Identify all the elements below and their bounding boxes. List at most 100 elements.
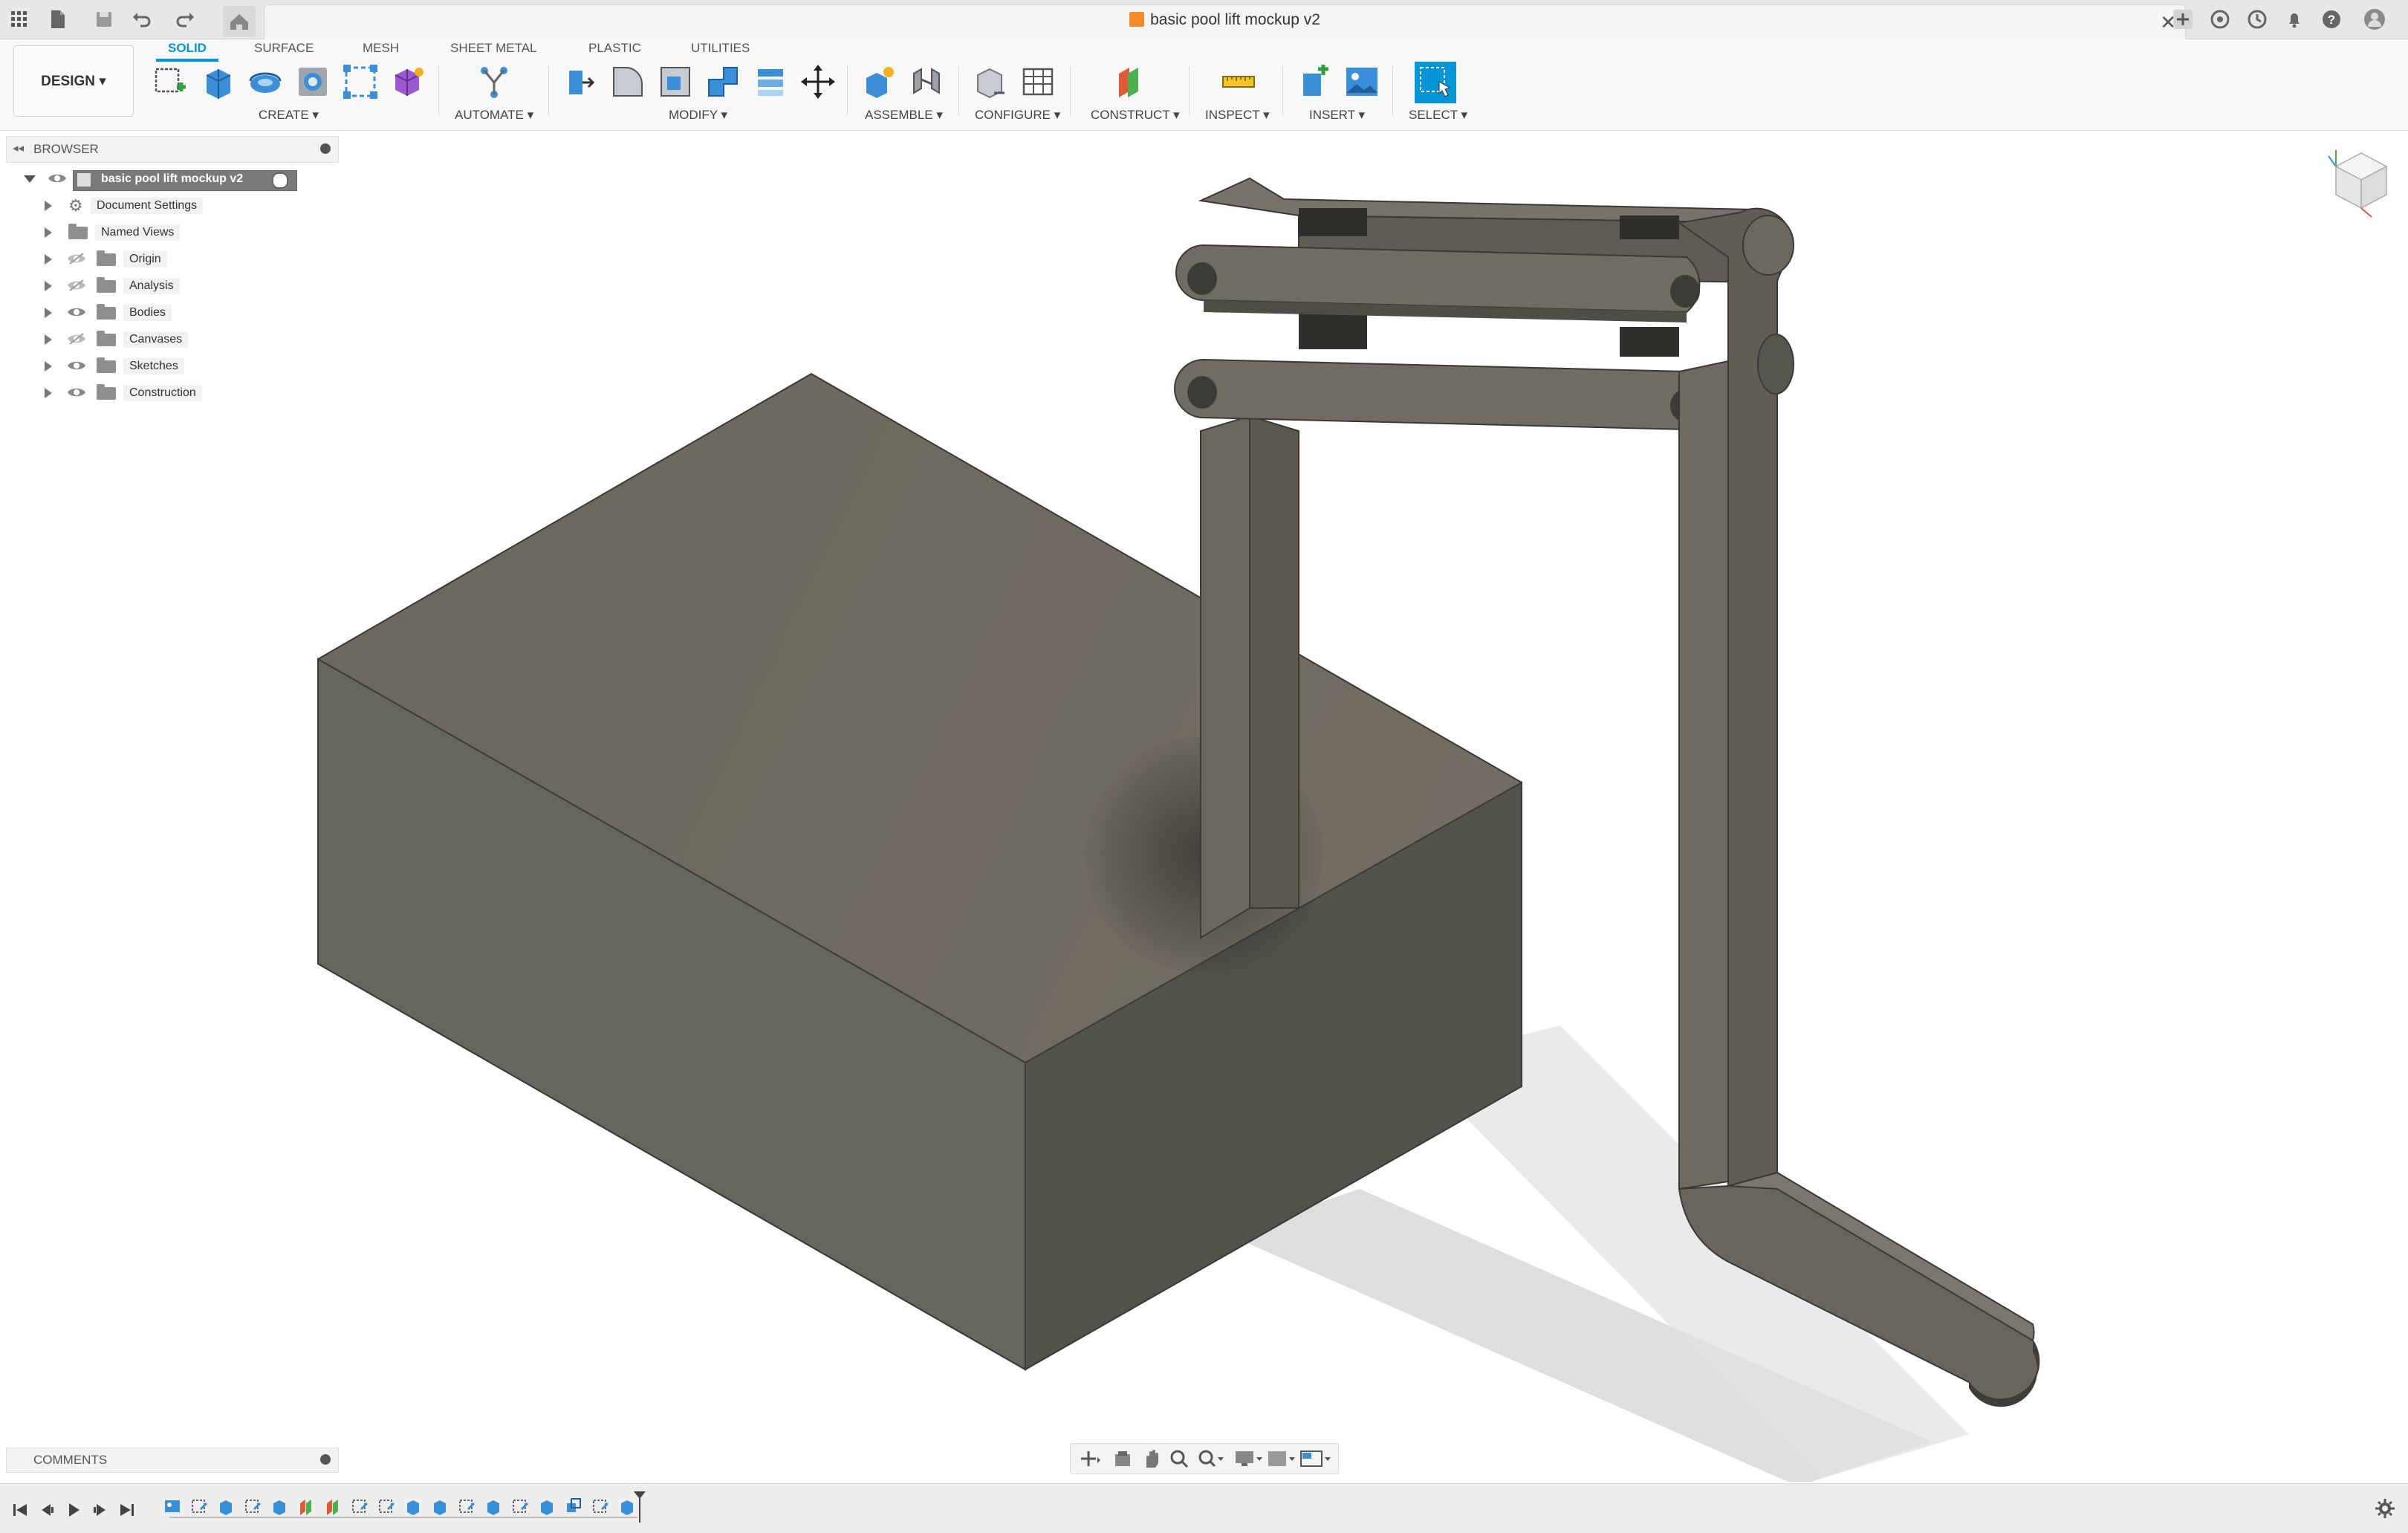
new-component-button[interactable] [859,62,899,102]
profile-icon[interactable] [2361,6,2388,33]
combine-button[interactable] [703,62,743,102]
timeline-extrude-feature-icon[interactable] [404,1496,422,1517]
tab-surface[interactable]: SURFACE [254,41,314,56]
lower-link-arm-body[interactable] [1174,358,1703,431]
document-tab[interactable]: basic pool lift mockup v2 ✕ [264,4,2186,39]
configure-button[interactable] [970,62,1010,102]
measure-button[interactable] [1218,62,1259,102]
timeline-sketch-feature-icon[interactable] [511,1496,529,1517]
file-icon[interactable] [45,6,71,33]
workspace-switcher[interactable]: DESIGN ▾ [13,45,134,117]
step-forward-icon[interactable] [91,1500,110,1520]
go-to-end-icon[interactable] [117,1500,137,1520]
tab-solid[interactable]: SOLID [168,41,207,56]
comments-panel-header[interactable]: COMMENTS [6,1448,339,1473]
go-to-start-icon[interactable] [10,1500,30,1520]
notifications-icon[interactable] [2281,6,2308,33]
tab-plastic[interactable]: PLASTIC [588,41,641,56]
timeline-sketch-feature-icon[interactable] [244,1496,262,1517]
upper-link-arm-body[interactable] [1175,244,1701,323]
move-copy-button[interactable] [798,62,838,102]
viewcube[interactable] [2324,146,2398,220]
automate-button[interactable] [474,62,514,102]
group-create[interactable]: CREATE ▾ [259,108,319,123]
timeline [0,1483,2408,1533]
step-back-icon[interactable] [37,1500,56,1520]
create-form-button[interactable] [388,62,428,102]
insert-canvas-button[interactable] [1342,62,1382,102]
left-post-body[interactable] [1200,415,1299,939]
timeline-extrude-feature-icon[interactable] [538,1496,556,1517]
timeline-extrude-feature-icon[interactable] [431,1496,449,1517]
press-pull-button[interactable] [560,62,600,102]
home-tab[interactable] [223,6,256,37]
offset-face-button[interactable] [750,62,791,102]
shell-button[interactable] [655,62,695,102]
timeline-sketch-feature-icon[interactable] [377,1496,395,1517]
group-inspect[interactable]: INSPECT ▾ [1205,108,1270,123]
group-construct[interactable]: CONSTRUCT ▾ [1091,108,1180,123]
viewports-icon[interactable] [1299,1448,1332,1469]
configure-icon [977,68,1005,99]
look-at-icon[interactable] [1112,1448,1133,1469]
job-status-icon[interactable] [2244,6,2271,33]
configuration-table-button[interactable] [1018,62,1058,102]
timeline-track [169,1517,637,1518]
revolve-button[interactable] [245,62,285,102]
canvas-viewport[interactable] [0,131,2408,1482]
create-sketch-button[interactable] [150,62,190,102]
create-form-icon [395,68,423,96]
comments-title: COMMENTS [33,1453,108,1467]
timeline-sketch-feature-icon[interactable] [351,1496,369,1517]
pan-hand-icon[interactable] [1140,1448,1161,1469]
group-modify[interactable]: MODIFY ▾ [669,108,727,123]
timeline-canvas-feature-icon[interactable] [163,1496,181,1517]
timeline-extrude-feature-icon[interactable] [217,1496,235,1517]
timeline-extrude-feature-icon[interactable] [484,1496,502,1517]
timeline-plane-feature-icon[interactable] [324,1496,342,1517]
right-post-body[interactable] [1677,207,1794,1190]
group-assemble[interactable]: ASSEMBLE ▾ [865,108,943,123]
pattern-button[interactable] [340,62,380,102]
joint-button[interactable] [906,62,947,102]
new-component-icon [866,67,894,98]
group-insert[interactable]: INSERT ▾ [1309,108,1365,123]
select-button[interactable] [1415,62,1456,103]
save-icon[interactable] [91,6,117,33]
timeline-marker-icon[interactable] [633,1490,646,1524]
offset-plane-button[interactable] [1110,62,1150,102]
tab-mesh[interactable]: MESH [363,41,399,56]
offset-face-icon [758,69,783,96]
group-select[interactable]: SELECT ▾ [1409,108,1467,123]
timeline-sketch-feature-icon[interactable] [190,1496,208,1517]
hole-button[interactable] [293,62,333,102]
fillet-button[interactable] [608,62,648,102]
undo-icon[interactable] [128,6,155,33]
insert-derive-button[interactable] [1294,62,1334,102]
tab-sheet-metal[interactable]: SHEET METAL [450,41,537,56]
orbit-icon[interactable] [1078,1448,1102,1469]
timeline-settings-gear-icon[interactable] [2374,1497,2396,1520]
redo-icon[interactable] [172,6,199,33]
comments-add-icon[interactable] [320,1454,331,1465]
home-icon [230,14,248,30]
tab-utilities[interactable]: UTILITIES [691,41,750,56]
timeline-combine-feature-icon[interactable] [565,1496,582,1517]
timeline-plane-feature-icon[interactable] [297,1496,315,1517]
group-automate[interactable]: AUTOMATE ▾ [455,108,533,123]
separator [958,66,959,115]
play-icon[interactable] [64,1500,83,1520]
timeline-extrude-feature-icon[interactable] [270,1496,288,1517]
timeline-sketch-feature-icon[interactable] [458,1496,476,1517]
extrude-button[interactable] [198,62,238,102]
help-icon[interactable]: ? [2318,6,2345,33]
timeline-sketch-feature-icon[interactable] [591,1496,609,1517]
display-settings-icon[interactable] [1234,1448,1264,1469]
fit-zoom-icon[interactable] [1197,1448,1225,1469]
zoom-icon[interactable] [1169,1448,1190,1469]
add-tab-icon[interactable] [2170,6,2196,33]
group-configure[interactable]: CONFIGURE ▾ [975,108,1060,123]
grid-snaps-icon[interactable] [1267,1448,1297,1469]
extensions-icon[interactable] [2207,6,2233,33]
grid-icon[interactable] [6,6,33,33]
